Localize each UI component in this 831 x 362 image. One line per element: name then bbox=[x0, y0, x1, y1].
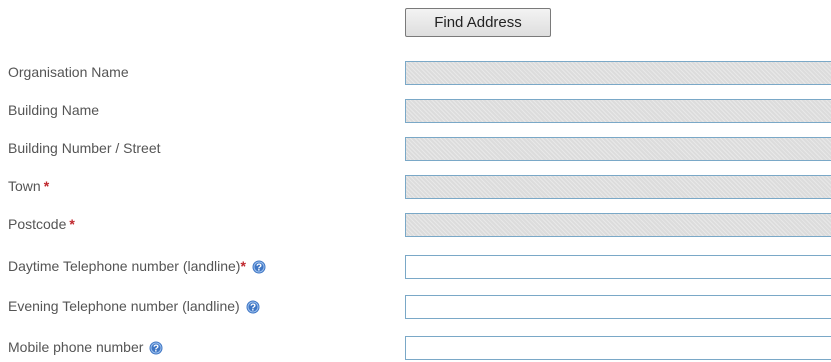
building-number-street-label: Building Number / Street bbox=[8, 140, 161, 156]
building-name-label: Building Name bbox=[8, 102, 100, 118]
help-icon[interactable]: ? bbox=[149, 341, 163, 358]
find-address-button[interactable]: Find Address bbox=[405, 8, 551, 37]
organisation-name-row: Organisation Name bbox=[0, 61, 831, 85]
building-number-street-field[interactable] bbox=[405, 137, 831, 161]
evening-phone-field[interactable] bbox=[405, 295, 831, 319]
required-marker: * bbox=[43, 178, 50, 194]
organisation-name-label: Organisation Name bbox=[8, 64, 129, 80]
help-icon[interactable]: ? bbox=[246, 300, 260, 317]
evening-phone-row: Evening Telephone number (landline)? bbox=[0, 295, 831, 319]
daytime-phone-field[interactable] bbox=[405, 255, 831, 279]
postcode-label: Postcode * bbox=[8, 216, 75, 232]
svg-text:?: ? bbox=[153, 344, 159, 355]
postcode-field[interactable] bbox=[405, 213, 831, 237]
mobile-phone-row: Mobile phone number? bbox=[0, 336, 831, 360]
required-marker: * bbox=[240, 258, 246, 274]
building-name-field[interactable] bbox=[405, 99, 831, 123]
mobile-phone-label: Mobile phone number? bbox=[8, 339, 163, 358]
building-number-street-row: Building Number / Street bbox=[0, 137, 831, 161]
required-marker: * bbox=[69, 216, 75, 232]
postcode-row: Postcode * bbox=[0, 213, 831, 237]
town-label: Town * bbox=[8, 178, 50, 194]
mobile-phone-field[interactable] bbox=[405, 336, 831, 360]
town-row: Town * bbox=[0, 175, 831, 199]
svg-text:?: ? bbox=[250, 303, 256, 314]
daytime-phone-label: Daytime Telephone number (landline)*? bbox=[8, 258, 266, 277]
daytime-phone-row: Daytime Telephone number (landline)*? bbox=[0, 255, 831, 279]
svg-text:?: ? bbox=[256, 263, 262, 274]
organisation-name-field[interactable] bbox=[405, 61, 831, 85]
building-name-row: Building Name bbox=[0, 99, 831, 123]
town-field[interactable] bbox=[405, 175, 831, 199]
help-icon[interactable]: ? bbox=[252, 260, 266, 277]
evening-phone-label: Evening Telephone number (landline)? bbox=[8, 298, 260, 317]
